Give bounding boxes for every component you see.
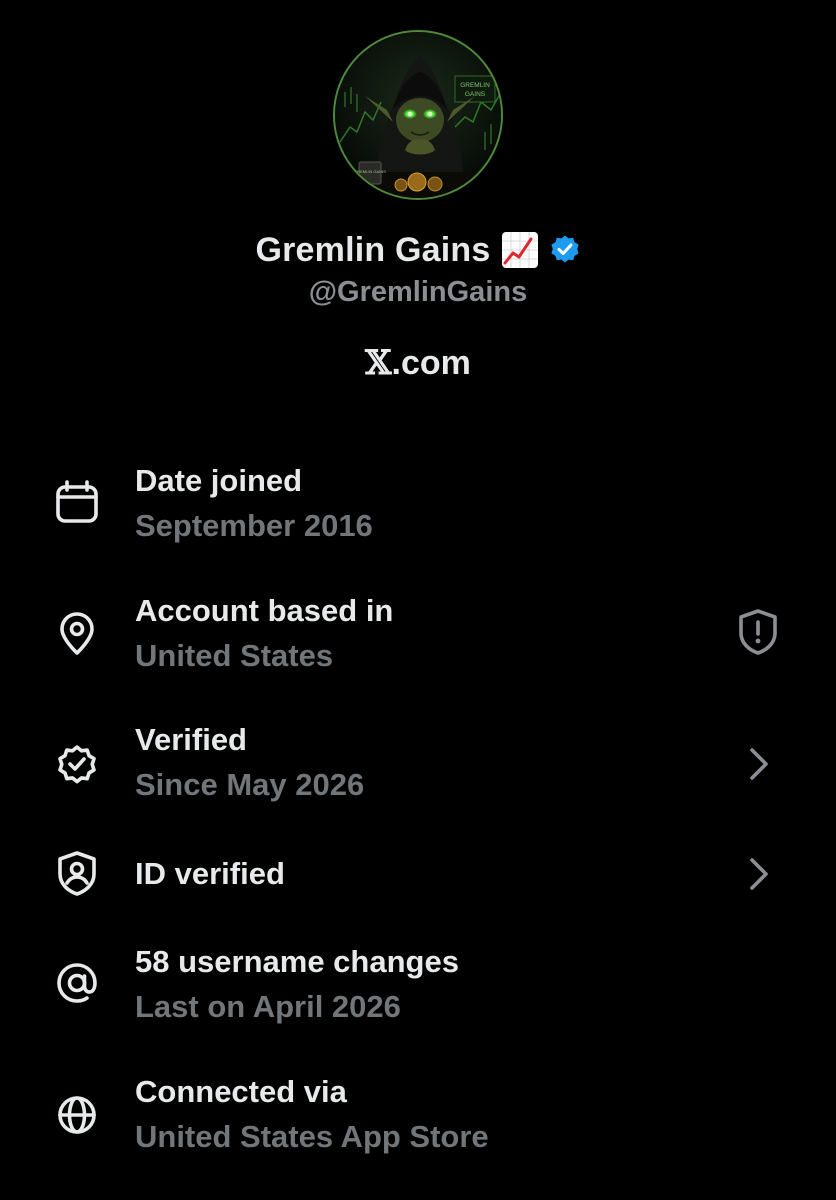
- avatar-gremlin-image: GREMLIN GAINS GREMLIN GAINS: [335, 32, 501, 198]
- name-row: Gremlin Gains: [0, 225, 836, 275]
- row-subtitle: September 2016: [135, 508, 373, 543]
- calendar-icon: [52, 477, 104, 529]
- chevron-right-icon[interactable]: [730, 736, 786, 792]
- row-subtitle: United States: [135, 638, 334, 673]
- info-row-id-verified[interactable]: ID verified: [0, 846, 836, 906]
- location-pin-icon: [52, 609, 104, 661]
- info-row-connected-via: Connected via United States App Store: [0, 1066, 836, 1166]
- row-title: Connected via: [135, 1074, 347, 1109]
- avatar-mug-text: GREMLIN GAINS: [354, 169, 386, 174]
- row-title: ID verified: [135, 856, 285, 891]
- chart-increasing-emoji-icon: [501, 231, 539, 269]
- row-subtitle: United States App Store: [135, 1119, 489, 1154]
- shield-alert-icon[interactable]: [730, 605, 786, 661]
- user-handle: @GremlinGains: [308, 276, 528, 308]
- row-subtitle: Since May 2026: [135, 767, 365, 802]
- chevron-right-icon[interactable]: [730, 846, 786, 902]
- info-row-username-changes: 58 username changes Last on April 2026: [0, 936, 836, 1036]
- row-title: Date joined: [135, 463, 303, 498]
- at-sign-icon: [52, 958, 104, 1010]
- site-link-suffix: .com: [391, 344, 471, 382]
- id-shield-icon: [52, 848, 104, 900]
- display-name: Gremlin Gains: [255, 230, 491, 269]
- avatar-sign-bottom: GAINS: [465, 91, 486, 98]
- site-link[interactable]: 𝕏.com: [0, 343, 836, 383]
- avatar-sign-top: GREMLIN: [460, 82, 490, 89]
- row-title: Verified: [135, 722, 247, 757]
- info-row-date-joined: Date joined September 2016: [0, 455, 836, 555]
- info-row-account-based-in: Account based in United States: [0, 585, 836, 685]
- verified-seal-icon: [52, 738, 104, 790]
- verified-badge-icon[interactable]: [549, 234, 581, 266]
- x-logo: 𝕏: [365, 343, 392, 383]
- row-title: Account based in: [135, 593, 394, 628]
- row-subtitle: Last on April 2026: [135, 989, 401, 1024]
- row-title: 58 username changes: [135, 944, 459, 979]
- info-row-verified[interactable]: Verified Since May 2026: [0, 714, 836, 814]
- globe-icon: [52, 1090, 104, 1142]
- avatar[interactable]: GREMLIN GAINS GREMLIN GAINS: [333, 30, 503, 200]
